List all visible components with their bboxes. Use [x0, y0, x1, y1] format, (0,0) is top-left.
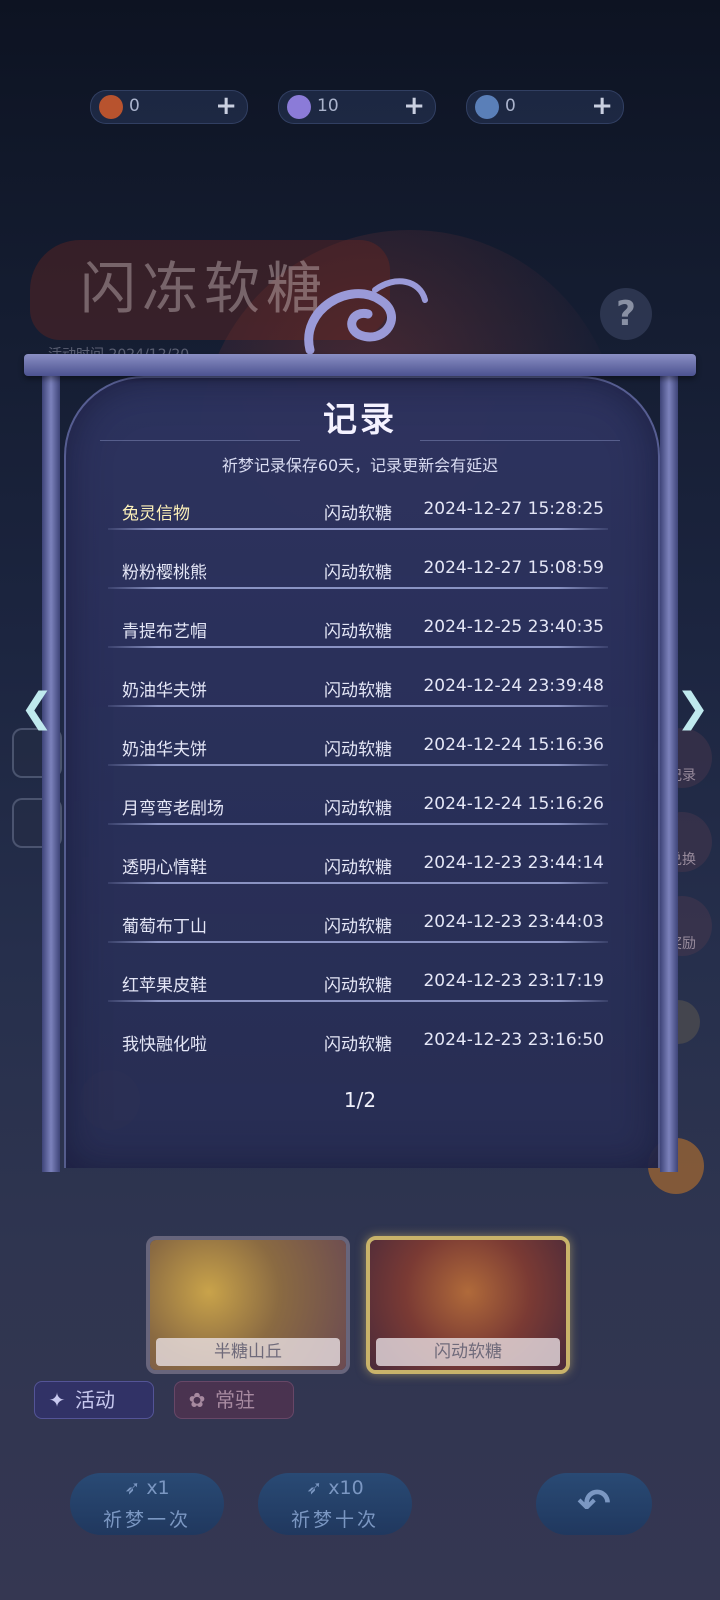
- record-time: 2024-12-24 23:39:48: [423, 676, 604, 696]
- record-row: 奶油华夫饼 闪动软糖 2024-12-24 23:39:48: [108, 667, 608, 726]
- plus-icon[interactable]: +: [403, 92, 425, 120]
- currency-moon: 10 +: [278, 90, 436, 124]
- feather-coin-icon: [475, 95, 499, 119]
- record-time: 2024-12-23 23:44:14: [423, 853, 604, 873]
- record-pool: 闪动软糖: [324, 740, 392, 760]
- record-row: 葡萄布丁山 闪动软糖 2024-12-23 23:44:03: [108, 903, 608, 962]
- record-pool: 闪动软糖: [324, 622, 392, 642]
- title-divider-right: [420, 440, 620, 441]
- pool-card-half-sugar-hill[interactable]: 半糖山丘: [146, 1236, 350, 1374]
- record-row: 我快融化啦 闪动软糖 2024-12-23 23:16:50: [108, 1021, 608, 1080]
- record-item: 奶油华夫饼: [122, 740, 207, 760]
- party-popper-icon: ✦: [48, 1388, 66, 1412]
- currency-feather-value: 0: [505, 96, 516, 116]
- tab-activity-label: 活动: [75, 1388, 115, 1412]
- row-divider: [108, 1000, 608, 1002]
- prev-page-arrow-icon[interactable]: ❮: [20, 686, 54, 730]
- draw-ten-button[interactable]: ➶ x10 祈梦十次: [258, 1473, 412, 1535]
- frame-right-column: [660, 372, 678, 1172]
- row-divider: [108, 528, 608, 530]
- row-divider: [108, 705, 608, 707]
- record-item: 青提布艺帽: [122, 622, 207, 642]
- record-time: 2024-12-27 15:28:25: [423, 499, 604, 519]
- record-time: 2024-12-25 23:40:35: [423, 617, 604, 637]
- record-time: 2024-12-23 23:44:03: [423, 912, 604, 932]
- record-pool: 闪动软糖: [324, 1035, 392, 1055]
- record-pool: 闪动软糖: [324, 858, 392, 878]
- frame-top-beam: [24, 354, 696, 376]
- draw-ten-count: x10: [328, 1477, 364, 1499]
- pool-card-label: 闪动软糖: [376, 1338, 560, 1366]
- record-time: 2024-12-27 15:08:59: [423, 558, 604, 578]
- currency-bar: 0 + 10 + 0 +: [0, 90, 720, 124]
- currency-feather: 0 +: [466, 90, 624, 124]
- record-list: 兔灵信物 闪动软糖 2024-12-27 15:28:25 粉粉樱桃熊 闪动软糖…: [108, 490, 608, 1080]
- page-indicator: 1/2: [343, 1088, 377, 1112]
- row-divider: [108, 587, 608, 589]
- record-item: 葡萄布丁山: [122, 917, 207, 937]
- title-divider-left: [100, 440, 300, 441]
- row-divider: [108, 646, 608, 648]
- record-row: 粉粉樱桃熊 闪动软糖 2024-12-27 15:08:59: [108, 549, 608, 608]
- record-item: 我快融化啦: [122, 1035, 207, 1055]
- help-label: ?: [616, 294, 636, 334]
- record-item: 月弯弯老剧场: [122, 799, 224, 819]
- draw-once-count: x1: [146, 1477, 170, 1499]
- record-row: 奶油华夫饼 闪动软糖 2024-12-24 15:16:36: [108, 726, 608, 785]
- panel-subtitle: 祈梦记录保存60天，记录更新会有延迟: [221, 456, 499, 475]
- plus-icon[interactable]: +: [215, 92, 237, 120]
- tab-permanent[interactable]: ✿ 常驻: [174, 1381, 294, 1419]
- panel-title: 记录: [323, 400, 397, 440]
- record-pool: 闪动软糖: [324, 799, 392, 819]
- back-button[interactable]: ↶: [536, 1473, 652, 1535]
- pool-card-flash-gummy[interactable]: 闪动软糖: [366, 1236, 570, 1374]
- record-row: 透明心情鞋 闪动软糖 2024-12-23 23:44:14: [108, 844, 608, 903]
- tab-activity[interactable]: ✦ 活动: [34, 1381, 154, 1419]
- record-time: 2024-12-23 23:16:50: [423, 1030, 604, 1050]
- row-divider: [108, 941, 608, 943]
- frame-swirl-ornament: [304, 278, 428, 355]
- frame-left-column: [42, 372, 60, 1172]
- next-page-arrow-icon[interactable]: ❯: [676, 686, 710, 730]
- record-pool: 闪动软糖: [324, 504, 392, 524]
- record-pool: 闪动软糖: [324, 976, 392, 996]
- draw-ten-label: 祈梦十次: [290, 1509, 379, 1531]
- record-time: 2024-12-23 23:17:19: [423, 971, 604, 991]
- record-pool: 闪动软糖: [324, 917, 392, 937]
- help-button[interactable]: ?: [600, 288, 652, 340]
- record-item: 粉粉樱桃熊: [122, 563, 207, 583]
- moon-coin-icon: [287, 95, 311, 119]
- return-arrow-icon: ↶: [577, 1481, 611, 1527]
- record-item: 兔灵信物: [122, 504, 190, 524]
- record-item: 奶油华夫饼: [122, 681, 207, 701]
- row-divider: [108, 882, 608, 884]
- record-pool: 闪动软糖: [324, 563, 392, 583]
- plus-icon[interactable]: +: [591, 92, 613, 120]
- draw-once-label: 祈梦一次: [102, 1509, 191, 1531]
- currency-flower: 0 +: [90, 90, 248, 124]
- draw-once-button[interactable]: ➶ x1 祈梦一次: [70, 1473, 224, 1535]
- pool-card-label: 半糖山丘: [156, 1338, 340, 1366]
- row-divider: [108, 823, 608, 825]
- record-time: 2024-12-24 15:16:26: [423, 794, 604, 814]
- tab-permanent-label: 常驻: [215, 1388, 255, 1412]
- record-item: 红苹果皮鞋: [122, 976, 207, 996]
- record-pool: 闪动软糖: [324, 681, 392, 701]
- record-item: 透明心情鞋: [122, 858, 207, 878]
- record-row: 青提布艺帽 闪动软糖 2024-12-25 23:40:35: [108, 608, 608, 667]
- record-row: 月弯弯老剧场 闪动软糖 2024-12-24 15:16:26: [108, 785, 608, 844]
- feather-icon: ➶: [124, 1477, 141, 1499]
- flower-coin-icon: [99, 95, 123, 119]
- record-row: 红苹果皮鞋 闪动软糖 2024-12-23 23:17:19: [108, 962, 608, 1021]
- currency-flower-value: 0: [129, 96, 140, 116]
- currency-moon-value: 10: [317, 96, 339, 116]
- row-divider: [108, 764, 608, 766]
- swirl-icon: ✿: [188, 1388, 206, 1412]
- record-row: 兔灵信物 闪动软糖 2024-12-27 15:28:25: [108, 490, 608, 549]
- record-time: 2024-12-24 15:16:36: [423, 735, 604, 755]
- feather-icon: ➶: [306, 1477, 323, 1499]
